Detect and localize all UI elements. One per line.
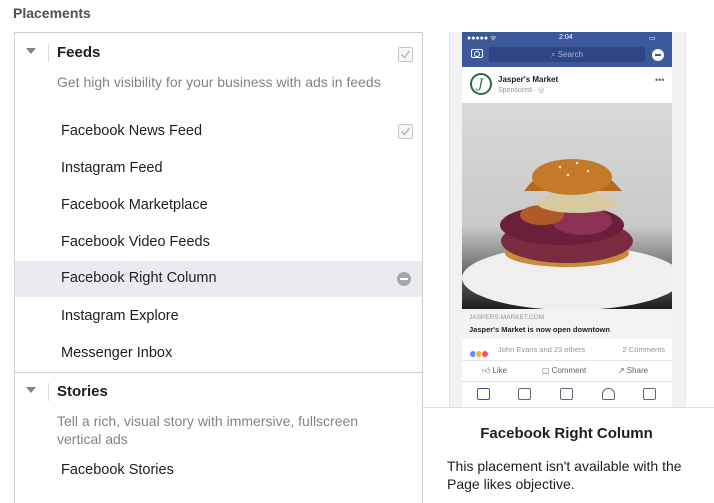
placement-facebook-right-column[interactable]: Facebook Right Column bbox=[15, 261, 422, 297]
camera-icon bbox=[471, 49, 483, 58]
jaspers-market-logo: J bbox=[470, 73, 492, 95]
feeds-description: Get high visibility for your business wi… bbox=[57, 74, 381, 90]
placement-label: Facebook Right Column bbox=[61, 270, 217, 286]
header-separator bbox=[48, 44, 49, 62]
placement-messenger-inbox[interactable]: Messenger Inbox bbox=[15, 336, 422, 372]
link-domain: JASPERS-MARKET.COM bbox=[469, 314, 545, 321]
reactions-row: John Evans and 23 others 2 Comments bbox=[462, 339, 672, 361]
reactions-text: John Evans and 23 others bbox=[498, 345, 586, 354]
phone-screen: ●●●●● ᯤ 2:04 ▭ ⌕ Search J Jasper's Marke… bbox=[462, 32, 672, 407]
info-title: Facebook Right Column bbox=[480, 425, 653, 442]
share-action: ↗ Share bbox=[618, 366, 648, 375]
post-actions: 👍︎ Like ▢ Comment ↗ Share bbox=[462, 361, 672, 381]
collapse-caret-icon[interactable] bbox=[26, 48, 36, 54]
header-separator bbox=[48, 383, 49, 401]
placement-label: Instagram Feed bbox=[61, 160, 163, 176]
like-icon: 👍︎ bbox=[482, 366, 491, 375]
placement-label: Facebook Video Feeds bbox=[61, 234, 210, 250]
placement-label: Messenger Inbox bbox=[61, 345, 173, 361]
collapse-caret-icon[interactable] bbox=[26, 387, 36, 393]
page-title: Placements bbox=[13, 5, 91, 21]
comments-count: 2 Comments bbox=[622, 345, 665, 354]
feeds-checkbox[interactable] bbox=[398, 47, 413, 62]
link-title: Jasper's Market is now open downtown bbox=[469, 325, 610, 334]
page-name: Jasper's Market bbox=[498, 75, 559, 84]
news-feed-tab-icon bbox=[477, 388, 490, 400]
unavailable-minus-icon bbox=[397, 272, 411, 286]
sponsored-label: Sponsored · ◎ bbox=[498, 87, 545, 94]
placement-instagram-feed[interactable]: Instagram Feed bbox=[15, 151, 422, 187]
placement-instagram-explore[interactable]: Instagram Explore bbox=[15, 299, 422, 335]
placement-facebook-marketplace[interactable]: Facebook Marketplace bbox=[15, 188, 422, 224]
placement-facebook-video-feeds[interactable]: Facebook Video Feeds bbox=[15, 225, 422, 261]
placement-facebook-news-feed[interactable]: Facebook News Feed bbox=[15, 114, 422, 150]
bottom-tab-bar bbox=[462, 381, 672, 407]
menu-tab-icon bbox=[643, 388, 656, 400]
share-icon: ↗ bbox=[618, 366, 625, 375]
stories-title: Stories bbox=[57, 383, 108, 400]
burger-photo bbox=[462, 103, 672, 309]
signal-indicator: ●●●●● ᯤ bbox=[467, 35, 497, 42]
search-bar: ⌕ Search bbox=[489, 47, 645, 62]
watch-tab-icon bbox=[518, 388, 531, 400]
comment-icon: ▢ bbox=[542, 366, 550, 375]
placement-facebook-stories[interactable]: Facebook Stories bbox=[15, 453, 422, 489]
info-divider bbox=[423, 407, 714, 408]
notifications-tab-icon bbox=[602, 388, 615, 400]
placement-label: Facebook Stories bbox=[61, 462, 174, 478]
comment-label: Comment bbox=[551, 366, 587, 375]
battery-icon: ▭ bbox=[649, 35, 656, 42]
like-action: 👍︎ Like bbox=[482, 366, 507, 376]
news-feed-checkbox[interactable] bbox=[398, 124, 413, 139]
feeds-group-header[interactable]: Feeds bbox=[15, 33, 422, 73]
status-time: 2:04 bbox=[559, 34, 573, 41]
search-placeholder: Search bbox=[557, 50, 584, 59]
search-icon: ⌕ bbox=[550, 50, 556, 59]
comment-action: ▢ Comment bbox=[542, 366, 586, 375]
facebook-top-bar: ●●●●● ᯤ 2:04 ▭ ⌕ Search bbox=[462, 32, 672, 67]
placement-label: Facebook News Feed bbox=[61, 123, 203, 139]
messenger-icon bbox=[652, 49, 664, 61]
stories-description: Tell a rich, visual story with immersive… bbox=[57, 413, 359, 447]
share-label: Share bbox=[626, 366, 649, 375]
placements-panel: Feeds Get high visibility for your busin… bbox=[14, 32, 423, 503]
ad-preview-phone: ●●●●● ᯤ 2:04 ▭ ⌕ Search J Jasper's Marke… bbox=[449, 32, 686, 407]
post-header: J Jasper's Market Sponsored · ◎ ••• bbox=[462, 67, 672, 103]
marketplace-tab-icon bbox=[560, 388, 573, 400]
info-description: This placement isn't available with the … bbox=[447, 458, 682, 492]
stories-group-header[interactable]: Stories bbox=[15, 372, 422, 412]
placement-label: Facebook Marketplace bbox=[61, 197, 208, 213]
link-preview: JASPERS-MARKET.COM Jasper's Market is no… bbox=[462, 309, 672, 339]
placement-label: Instagram Explore bbox=[61, 308, 179, 324]
feeds-title: Feeds bbox=[57, 44, 101, 61]
like-label: Like bbox=[492, 366, 508, 375]
more-options-icon: ••• bbox=[655, 75, 665, 85]
